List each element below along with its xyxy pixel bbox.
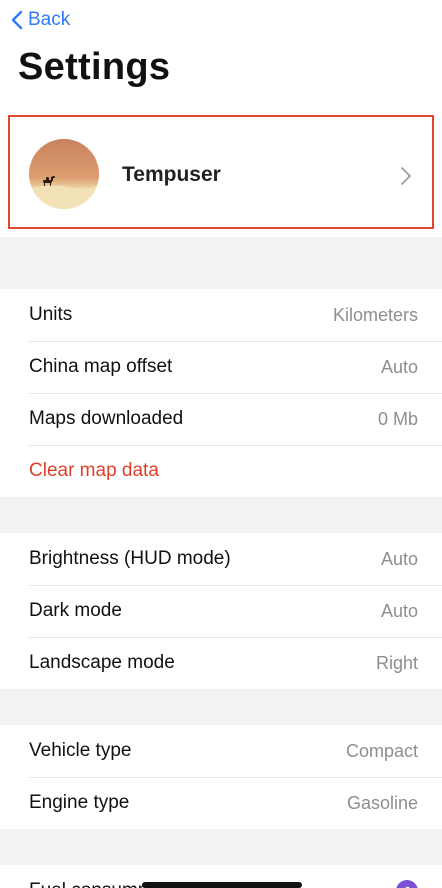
- dark-mode-label: Dark mode: [29, 600, 122, 621]
- landscape-mode-value: Right: [375, 652, 418, 673]
- engine-type-row[interactable]: Engine type Gasoline: [0, 777, 442, 829]
- section-gap: [0, 497, 442, 533]
- maps-downloaded-label: Maps downloaded: [29, 408, 184, 429]
- page-title: Settings: [18, 46, 171, 88]
- chevron-right-icon: [401, 167, 411, 185]
- display-settings-section: Brightness (HUD mode) Auto Dark mode Aut…: [0, 533, 442, 689]
- back-button[interactable]: Back: [10, 6, 70, 34]
- section-gap: [0, 829, 442, 865]
- vehicle-type-value: Compact: [345, 740, 418, 761]
- landscape-mode-row[interactable]: Landscape mode Right: [0, 637, 442, 689]
- brightness-row[interactable]: Brightness (HUD mode) Auto: [0, 533, 442, 585]
- china-map-offset-value: Auto: [380, 356, 418, 377]
- settings-screen: Back Settings Tempuser Units Kilometers …: [0, 0, 442, 888]
- maps-downloaded-value: 0 Mb: [377, 408, 418, 429]
- engine-type-value: Gasoline: [346, 792, 418, 813]
- engine-type-label: Engine type: [29, 792, 130, 813]
- map-settings-section: Units Kilometers China map offset Auto M…: [0, 289, 442, 497]
- section-gap: [0, 689, 442, 725]
- units-row[interactable]: Units Kilometers: [0, 289, 442, 341]
- home-indicator: [142, 882, 302, 888]
- lock-icon: [396, 880, 418, 888]
- profile-name: Tempuser: [122, 163, 221, 186]
- landscape-mode-label: Landscape mode: [29, 652, 175, 673]
- china-map-offset-row[interactable]: China map offset Auto: [0, 341, 442, 393]
- maps-downloaded-row[interactable]: Maps downloaded 0 Mb: [0, 393, 442, 445]
- vehicle-type-row[interactable]: Vehicle type Compact: [0, 725, 442, 777]
- brightness-value: Auto: [380, 548, 418, 569]
- vehicle-type-label: Vehicle type: [29, 740, 132, 761]
- dark-mode-value: Auto: [380, 600, 418, 621]
- chevron-left-icon: [11, 10, 23, 30]
- units-label: Units: [29, 304, 73, 325]
- top-bar: Back Settings: [0, 0, 442, 113]
- brightness-label: Brightness (HUD mode): [29, 548, 231, 569]
- profile-row[interactable]: Tempuser: [0, 113, 442, 237]
- clear-map-data-button[interactable]: Clear map data: [29, 460, 418, 482]
- avatar: [29, 139, 99, 209]
- dark-mode-row[interactable]: Dark mode Auto: [0, 585, 442, 637]
- section-gap: [0, 237, 442, 289]
- china-map-offset-label: China map offset: [29, 356, 173, 377]
- vehicle-settings-section: Vehicle type Compact Engine type Gasolin…: [0, 725, 442, 829]
- back-label: Back: [28, 9, 71, 30]
- units-value: Kilometers: [332, 304, 418, 325]
- clear-map-data-row[interactable]: Clear map data: [0, 445, 442, 497]
